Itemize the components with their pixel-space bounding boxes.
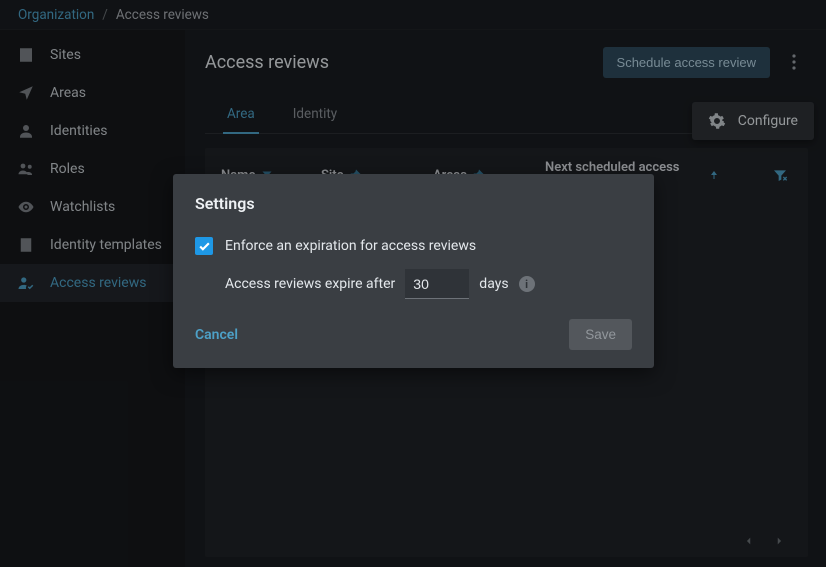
enforce-expiration-checkbox[interactable]	[195, 237, 213, 255]
expire-days-input[interactable]	[405, 269, 469, 299]
expire-days-suffix: days	[479, 276, 508, 292]
enforce-expiration-label: Enforce an expiration for access reviews	[225, 238, 476, 254]
expire-after-label: Access reviews expire after	[225, 276, 395, 292]
settings-modal: Settings Enforce an expiration for acces…	[173, 174, 654, 368]
save-button[interactable]: Save	[569, 319, 632, 350]
modal-title: Settings	[195, 194, 632, 213]
info-icon[interactable]: i	[519, 276, 535, 292]
cancel-button[interactable]: Cancel	[195, 327, 238, 343]
